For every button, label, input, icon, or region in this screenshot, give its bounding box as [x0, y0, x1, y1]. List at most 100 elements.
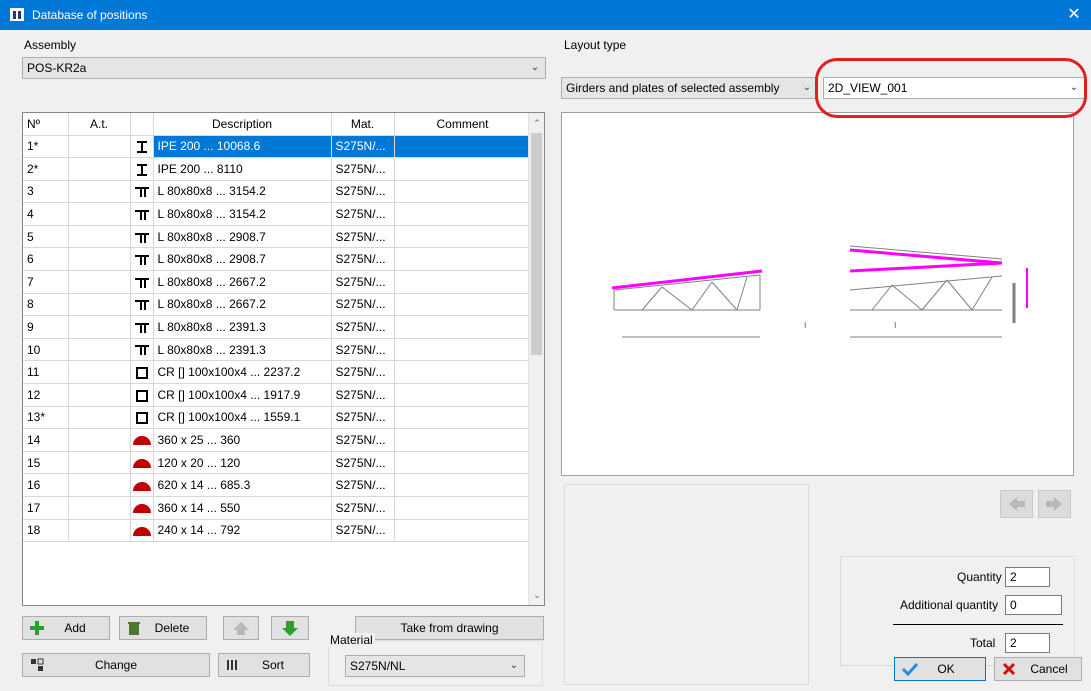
cell-material[interactable]: S275N/... [331, 135, 395, 159]
cell-description[interactable]: L 80x80x8 ... 3154.2 [153, 202, 332, 226]
column-header-description[interactable]: Description [153, 113, 332, 136]
cell-comment[interactable] [394, 315, 532, 339]
cell-number[interactable]: 13* [23, 406, 69, 430]
cell-comment[interactable] [394, 519, 532, 543]
table-scrollbar[interactable]: ⌃ ⌄ [528, 113, 544, 605]
column-header-icon[interactable] [130, 113, 154, 136]
table-row[interactable]: 10 L 80x80x8 ... 2391.3 S275N/... [23, 338, 532, 362]
scroll-up-icon[interactable]: ⌃ [529, 115, 544, 131]
drawing-preview[interactable]: I I [561, 112, 1074, 476]
cell-comment[interactable] [394, 225, 532, 249]
cell-comment[interactable] [394, 202, 532, 226]
column-header-comment[interactable]: Comment [394, 113, 532, 136]
cell-at[interactable] [68, 202, 131, 226]
cell-description[interactable]: L 80x80x8 ... 3154.2 [153, 180, 332, 204]
table-row[interactable]: 2* IPE 200 ... 8110 S275N/... [23, 157, 532, 181]
cell-number[interactable]: 17 [23, 496, 69, 520]
table-row[interactable]: 13* CR [] 100x100x4 ... 1559.1 S275N/... [23, 406, 532, 430]
cell-description[interactable]: IPE 200 ... 8110 [153, 157, 332, 181]
column-header-material[interactable]: Mat. [331, 113, 395, 136]
positions-table[interactable]: Nº A.t. Description Mat. Comment 1* IPE 2… [22, 112, 545, 606]
column-header-at[interactable]: A.t. [68, 113, 131, 136]
cell-comment[interactable] [394, 473, 532, 497]
cell-at[interactable] [68, 180, 131, 204]
cell-description[interactable]: CR [] 100x100x4 ... 1917.9 [153, 383, 332, 407]
table-row[interactable]: 17 360 x 14 ... 550 S275N/... [23, 496, 532, 520]
table-row[interactable]: 14 360 x 25 ... 360 S275N/... [23, 428, 532, 452]
cell-comment[interactable] [394, 451, 532, 475]
cell-description[interactable]: 360 x 25 ... 360 [153, 428, 332, 452]
cell-at[interactable] [68, 135, 131, 159]
delete-button[interactable]: Delete [119, 616, 207, 640]
cell-number[interactable]: 14 [23, 428, 69, 452]
scrollbar-thumb[interactable] [531, 133, 542, 355]
cell-description[interactable]: L 80x80x8 ... 2391.3 [153, 315, 332, 339]
cell-material[interactable]: S275N/... [331, 383, 395, 407]
ok-button[interactable]: OK [894, 657, 986, 681]
cell-number[interactable]: 8 [23, 293, 69, 317]
table-row[interactable]: 12 CR [] 100x100x4 ... 1917.9 S275N/... [23, 383, 532, 407]
cell-comment[interactable] [394, 293, 532, 317]
cell-at[interactable] [68, 225, 131, 249]
cell-at[interactable] [68, 451, 131, 475]
cell-material[interactable]: S275N/... [331, 293, 395, 317]
cell-material[interactable]: S275N/... [331, 360, 395, 385]
table-row[interactable]: 4 L 80x80x8 ... 3154.2 S275N/... [23, 202, 532, 226]
table-row[interactable]: 7 L 80x80x8 ... 2667.2 S275N/... [23, 270, 532, 294]
cell-number[interactable]: 15 [23, 451, 69, 475]
cell-number[interactable]: 11 [23, 360, 69, 385]
assembly-dropdown[interactable]: POS-KR2a ⌄ [22, 57, 546, 79]
cell-comment[interactable] [394, 180, 532, 204]
cell-comment[interactable] [394, 383, 532, 407]
cell-at[interactable] [68, 270, 131, 294]
cell-comment[interactable] [394, 270, 532, 294]
cell-comment[interactable] [394, 428, 532, 452]
cell-at[interactable] [68, 473, 131, 497]
cell-description[interactable]: 120 x 20 ... 120 [153, 451, 332, 475]
cell-material[interactable]: S275N/... [331, 473, 395, 497]
cell-at[interactable] [68, 496, 131, 520]
cell-at[interactable] [68, 338, 131, 362]
take-from-drawing-button[interactable]: Take from drawing [355, 616, 544, 640]
cell-number[interactable]: 1* [23, 135, 69, 159]
cell-description[interactable]: L 80x80x8 ... 2908.7 [153, 247, 332, 272]
cell-description[interactable]: L 80x80x8 ... 2391.3 [153, 338, 332, 362]
close-icon[interactable]: ✕ [1057, 0, 1091, 30]
cell-material[interactable]: S275N/... [331, 428, 395, 452]
cell-at[interactable] [68, 360, 131, 385]
cell-at[interactable] [68, 247, 131, 272]
cell-number[interactable]: 18 [23, 519, 69, 543]
column-header-no[interactable]: Nº [23, 113, 69, 136]
cell-number[interactable]: 12 [23, 383, 69, 407]
cell-description[interactable]: IPE 200 ... 10068.6 [153, 135, 332, 159]
cell-description[interactable]: 240 x 14 ... 792 [153, 519, 332, 543]
cell-number[interactable]: 16 [23, 473, 69, 497]
cell-comment[interactable] [394, 135, 532, 159]
cell-number[interactable]: 7 [23, 270, 69, 294]
layout-type-dropdown[interactable]: Girders and plates of selected assembly … [561, 77, 818, 99]
cell-at[interactable] [68, 157, 131, 181]
cancel-button[interactable]: Cancel [994, 657, 1082, 681]
table-row[interactable]: 18 240 x 14 ... 792 S275N/... [23, 519, 532, 543]
table-row[interactable]: 3 L 80x80x8 ... 3154.2 S275N/... [23, 180, 532, 204]
cell-material[interactable]: S275N/... [331, 406, 395, 430]
next-view-button[interactable] [1038, 490, 1071, 518]
cell-at[interactable] [68, 428, 131, 452]
cell-material[interactable]: S275N/... [331, 202, 395, 226]
cell-at[interactable] [68, 315, 131, 339]
cell-material[interactable]: S275N/... [331, 451, 395, 475]
cell-comment[interactable] [394, 496, 532, 520]
cell-description[interactable]: CR [] 100x100x4 ... 2237.2 [153, 360, 332, 385]
cell-comment[interactable] [394, 247, 532, 272]
table-row[interactable]: 5 L 80x80x8 ... 2908.7 S275N/... [23, 225, 532, 249]
cell-material[interactable]: S275N/... [331, 496, 395, 520]
table-row[interactable]: 16 620 x 14 ... 685.3 S275N/... [23, 473, 532, 497]
cell-number[interactable]: 3 [23, 180, 69, 204]
table-row[interactable]: 9 L 80x80x8 ... 2391.3 S275N/... [23, 315, 532, 339]
cell-comment[interactable] [394, 157, 532, 181]
table-row[interactable]: 11 CR [] 100x100x4 ... 2237.2 S275N/... [23, 360, 532, 385]
cell-description[interactable]: CR [] 100x100x4 ... 1559.1 [153, 406, 332, 430]
add-button[interactable]: Add [22, 616, 110, 640]
table-row[interactable]: 1* IPE 200 ... 10068.6 S275N/... [23, 135, 532, 159]
quantity-field[interactable]: 2 [1005, 567, 1050, 587]
